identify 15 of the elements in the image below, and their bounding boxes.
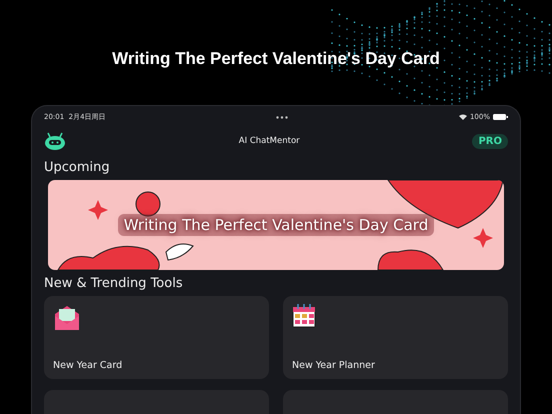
section-heading: New & Trending Tools <box>44 275 184 293</box>
wifi-icon <box>458 114 467 120</box>
headline: Writing The Perfect Valentine's Day Card <box>112 49 440 69</box>
tool-card[interactable]: New Year Planner <box>283 296 508 379</box>
robot-icon[interactable] <box>44 132 66 150</box>
app-title: AI ChatMentor <box>238 136 300 146</box>
calendar-icon <box>292 304 316 328</box>
envelope-icon <box>53 304 81 332</box>
tool-label: New Year Planner <box>292 360 376 371</box>
tool-label: New Year Card <box>53 360 124 371</box>
section-heading: Upcoming <box>44 159 111 177</box>
battery-icon <box>492 114 508 120</box>
more-dots-icon <box>276 116 288 118</box>
pro-badge[interactable]: PRO <box>472 134 508 148</box>
tool-card[interactable]: New Year Card <box>44 296 269 379</box>
